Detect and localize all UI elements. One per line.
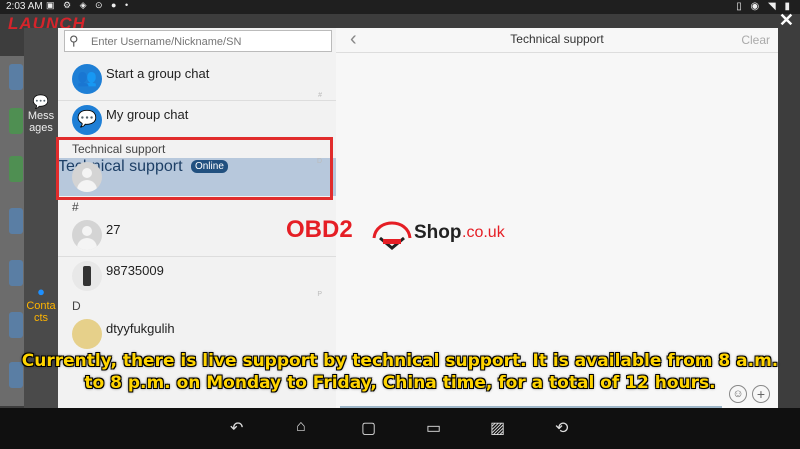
app-icon [9,108,23,134]
watermark-shop: Shop [414,222,462,243]
search-input[interactable] [89,33,331,51]
vibrate-icon: ▯ [736,1,742,12]
status-notification-icons: ▣ ⚙ ◈ ⊙ ● • [46,0,132,10]
nav-messages[interactable]: 💬 Mess ages [24,94,58,134]
subtitle-line-1: Currently, there is live support by tech… [21,351,779,371]
status-time: 2:03 AM [6,1,43,12]
message-bubble-icon: 💬 [32,94,50,109]
divider [336,52,778,53]
app-icon [9,312,23,338]
annotation-highlight-box [56,137,333,200]
index-letter: # [318,92,322,99]
my-group-chat-row[interactable]: 💬 My group chat [58,101,336,141]
location-icon: ◉ [750,1,760,12]
watermark-domain: .co.uk [462,224,505,241]
chat-header: ‹ Technical support Clear [336,28,778,52]
subtitle-line-2: to 8 p.m. on Monday to Friday, China tim… [84,373,716,393]
close-icon[interactable]: ✕ [779,10,794,31]
clear-button[interactable]: Clear [741,33,770,47]
avatar [72,220,102,250]
system-nav-bar: ↶ ⌂ ▢ ▭ ▨ ⟲ [0,408,800,449]
app-icon [9,208,23,234]
contact-name: dtyyfukgulih [106,321,175,336]
app-icon [9,64,23,90]
obd2shop-watermark: OBD2 Shop .co.uk [286,210,526,254]
contact-name: 27 [106,222,121,237]
diagnose-icon[interactable]: ⟲ [555,418,568,438]
home-icon[interactable]: ⌂ [296,418,306,436]
back-icon[interactable]: ↶ [230,418,243,438]
app-icon [9,156,23,182]
contacts-icon: ● [37,284,45,299]
start-group-chat-label: Start a group chat [106,66,210,81]
my-group-chat-label: My group chat [106,107,189,122]
nav-contacts[interactable]: ● Conta cts [24,284,58,324]
search-box: ⚲ [64,30,332,52]
search-icon: ⚲ [69,33,79,48]
watermark-obd: OBD2 [286,216,353,243]
app-icon [9,260,23,286]
section-header-d: D [58,297,336,315]
group-add-icon: 👥 [72,64,102,94]
contact-row-98735009[interactable]: 98735009 P [58,257,336,298]
avatar [72,319,102,349]
chat-title: Technical support [510,32,604,46]
screenshot-icon[interactable]: ▨ [490,418,505,438]
vci-icon[interactable]: ▭ [426,418,441,438]
contact-name: 98735009 [106,263,164,278]
video-subtitle: Currently, there is live support by tech… [0,350,800,394]
wifi-icon: ◥ [768,1,776,12]
recents-icon[interactable]: ▢ [361,418,376,438]
status-bar: 2:03 AM ▣ ⚙ ◈ ⊙ ● • ▯ ◉ ◥ ▮ [0,0,800,14]
nav-messages-label: Mess ages [27,110,55,134]
contact-row-dtyyfukgulih[interactable]: dtyyfukgulih [58,315,336,355]
car-logo-icon [372,221,412,250]
device-avatar [72,261,102,291]
group-chat-icon: 💬 [72,105,102,135]
nav-contacts-label: Conta cts [26,300,56,324]
start-group-chat-row[interactable]: 👥 Start a group chat [58,60,336,100]
